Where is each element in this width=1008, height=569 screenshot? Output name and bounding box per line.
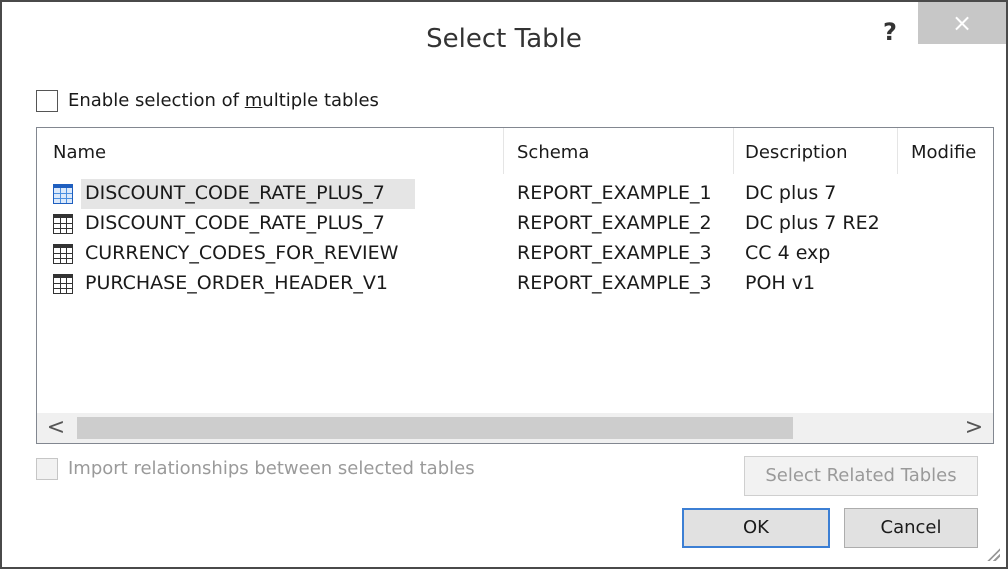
dialog-title: Select Table bbox=[426, 24, 582, 54]
table-name: PURCHASE_ORDER_HEADER_V1 bbox=[85, 272, 388, 294]
import-relationships-label: Import relationships between selected ta… bbox=[68, 458, 475, 479]
resize-grip-icon[interactable] bbox=[984, 545, 1000, 561]
table-description: POH v1 bbox=[745, 272, 816, 294]
table-description: CC 4 exp bbox=[745, 242, 831, 264]
table-schema: REPORT_EXAMPLE_2 bbox=[517, 212, 712, 234]
table-icon bbox=[53, 244, 73, 264]
table-row[interactable]: DISCOUNT_CODE_RATE_PLUS_7 REPORT_EXAMPLE… bbox=[37, 209, 993, 239]
column-header-description[interactable]: Description bbox=[745, 142, 848, 163]
table-icon bbox=[53, 184, 73, 204]
table-icon bbox=[53, 274, 73, 294]
column-separator[interactable] bbox=[897, 128, 898, 174]
multiple-tables-label[interactable]: Enable selection of multiple tables bbox=[68, 90, 379, 111]
table-row[interactable]: PURCHASE_ORDER_HEADER_V1 REPORT_EXAMPLE_… bbox=[37, 269, 993, 299]
table-schema: REPORT_EXAMPLE_1 bbox=[517, 182, 712, 204]
scrollbar-thumb[interactable] bbox=[77, 417, 793, 439]
table-description: DC plus 7 RE2 bbox=[745, 212, 880, 234]
table-row[interactable]: DISCOUNT_CODE_RATE_PLUS_7 REPORT_EXAMPLE… bbox=[37, 179, 993, 209]
table-icon bbox=[53, 214, 73, 234]
column-separator[interactable] bbox=[503, 128, 504, 174]
column-separator[interactable] bbox=[733, 128, 734, 174]
column-header-name[interactable]: Name bbox=[53, 142, 106, 163]
table-name: DISCOUNT_CODE_RATE_PLUS_7 bbox=[85, 182, 385, 204]
table-schema: REPORT_EXAMPLE_3 bbox=[517, 242, 712, 264]
table-description: DC plus 7 bbox=[745, 182, 837, 204]
table-name: CURRENCY_CODES_FOR_REVIEW bbox=[85, 242, 399, 264]
help-button[interactable]: ? bbox=[870, 12, 910, 52]
title-bar: Select Table ? × bbox=[2, 2, 1006, 86]
column-header-modified[interactable]: Modifie bbox=[911, 142, 976, 163]
select-table-dialog: Select Table ? × Enable selection of mul… bbox=[0, 0, 1008, 569]
close-button[interactable]: × bbox=[918, 2, 1006, 44]
scroll-right-icon[interactable]: > bbox=[959, 416, 989, 440]
scroll-left-icon[interactable]: < bbox=[41, 416, 71, 440]
table-name: DISCOUNT_CODE_RATE_PLUS_7 bbox=[85, 212, 385, 234]
column-header-schema[interactable]: Schema bbox=[517, 142, 589, 163]
horizontal-scrollbar[interactable]: < > bbox=[37, 413, 993, 443]
multiple-tables-checkbox[interactable] bbox=[36, 90, 58, 112]
table-row[interactable]: CURRENCY_CODES_FOR_REVIEW REPORT_EXAMPLE… bbox=[37, 239, 993, 269]
cancel-button[interactable]: Cancel bbox=[844, 508, 978, 548]
import-relationships-checkbox[interactable] bbox=[36, 458, 58, 480]
table-schema: REPORT_EXAMPLE_3 bbox=[517, 272, 712, 294]
select-related-tables-button[interactable]: Select Related Tables bbox=[744, 456, 978, 496]
ok-button[interactable]: OK bbox=[682, 508, 830, 548]
close-icon: × bbox=[951, 9, 973, 37]
tables-list[interactable]: Name Schema Description Modifie DISCOUNT… bbox=[36, 127, 994, 444]
